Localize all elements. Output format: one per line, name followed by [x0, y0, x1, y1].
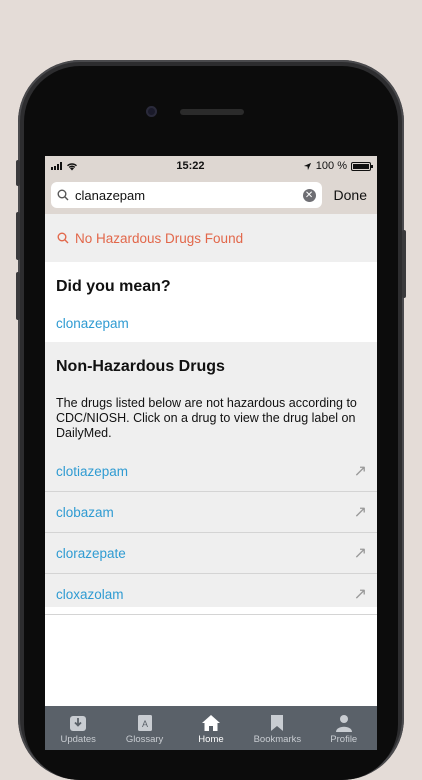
book-icon: A: [137, 715, 152, 731]
tab-label: Profile: [330, 734, 358, 745]
download-icon: [70, 716, 87, 731]
signal-icon: [51, 162, 62, 170]
external-link-icon: ↗: [353, 463, 367, 480]
search-icon: [57, 232, 69, 244]
wifi-icon: [67, 162, 77, 170]
battery-percent: 100 %: [315, 160, 347, 172]
drug-item[interactable]: clobazam ↗: [45, 492, 377, 533]
done-button[interactable]: Done: [330, 187, 371, 203]
status-bar: 15:22 100 %: [45, 156, 377, 176]
drug-item[interactable]: clorazepate ↗: [45, 533, 377, 574]
power-button: [402, 230, 406, 298]
drug-name: clobazam: [56, 504, 114, 520]
external-link-icon: ↗: [353, 586, 367, 603]
external-link-icon: ↗: [353, 504, 367, 521]
drug-name: clorazepate: [56, 545, 126, 561]
did-you-mean-section: Did you mean? clonazepam: [45, 262, 377, 342]
drug-item[interactable]: clotiazepam ↗: [45, 451, 377, 492]
external-link-icon: ↗: [353, 545, 367, 562]
drug-item[interactable]: cloxazolam ↗: [45, 574, 377, 615]
non-hazardous-description: The drugs listed below are not hazardous…: [56, 396, 357, 440]
no-results-banner: No Hazardous Drugs Found: [45, 214, 377, 262]
drug-list: clotiazepam ↗ clobazam ↗ clorazepate ↗ clox…: [45, 451, 377, 615]
tab-label: Home: [198, 734, 224, 745]
person-icon: [335, 715, 352, 732]
tab-glossary[interactable]: A Glossary: [112, 706, 178, 750]
search-icon: [57, 189, 69, 201]
did-you-mean-title: Did you mean?: [56, 278, 171, 295]
volume-up-button: [16, 212, 20, 260]
search-input[interactable]: [75, 187, 297, 203]
clear-icon[interactable]: ✕: [302, 188, 316, 202]
front-camera: [146, 106, 157, 117]
suggestion-link[interactable]: clonazepam: [56, 316, 366, 331]
tab-home[interactable]: Home: [178, 706, 244, 750]
tab-label: Updates: [60, 734, 96, 745]
svg-text:A: A: [142, 719, 148, 729]
drug-name: cloxazolam: [56, 586, 124, 602]
app-screen: 15:22 100 % ✕ Done No Hazardous Drugs Fo…: [45, 156, 377, 750]
volume-down-button: [16, 272, 20, 320]
status-time: 15:22: [176, 160, 205, 172]
no-results-text: No Hazardous Drugs Found: [75, 230, 244, 246]
non-hazardous-section: Non-Hazardous Drugs The drugs listed bel…: [45, 342, 377, 615]
tab-bar: Updates A Glossary Home Bookmarks Profil…: [45, 706, 377, 750]
earpiece-speaker: [180, 109, 244, 115]
non-hazardous-title: Non-Hazardous Drugs: [56, 358, 225, 375]
tab-updates[interactable]: Updates: [45, 706, 111, 750]
home-icon: [201, 715, 220, 731]
tab-label: Glossary: [125, 734, 164, 745]
tab-label: Bookmarks: [253, 734, 302, 745]
drug-name: clotiazepam: [56, 463, 129, 479]
search-bar: ✕ Done: [45, 176, 377, 214]
location-arrow-icon: [303, 162, 311, 170]
search-field[interactable]: ✕: [51, 182, 322, 208]
mute-switch: [16, 160, 20, 186]
tab-bookmarks[interactable]: Bookmarks: [244, 706, 310, 750]
bookmark-icon: [271, 715, 284, 731]
tab-profile[interactable]: Profile: [311, 706, 377, 750]
battery-icon: [351, 161, 373, 171]
